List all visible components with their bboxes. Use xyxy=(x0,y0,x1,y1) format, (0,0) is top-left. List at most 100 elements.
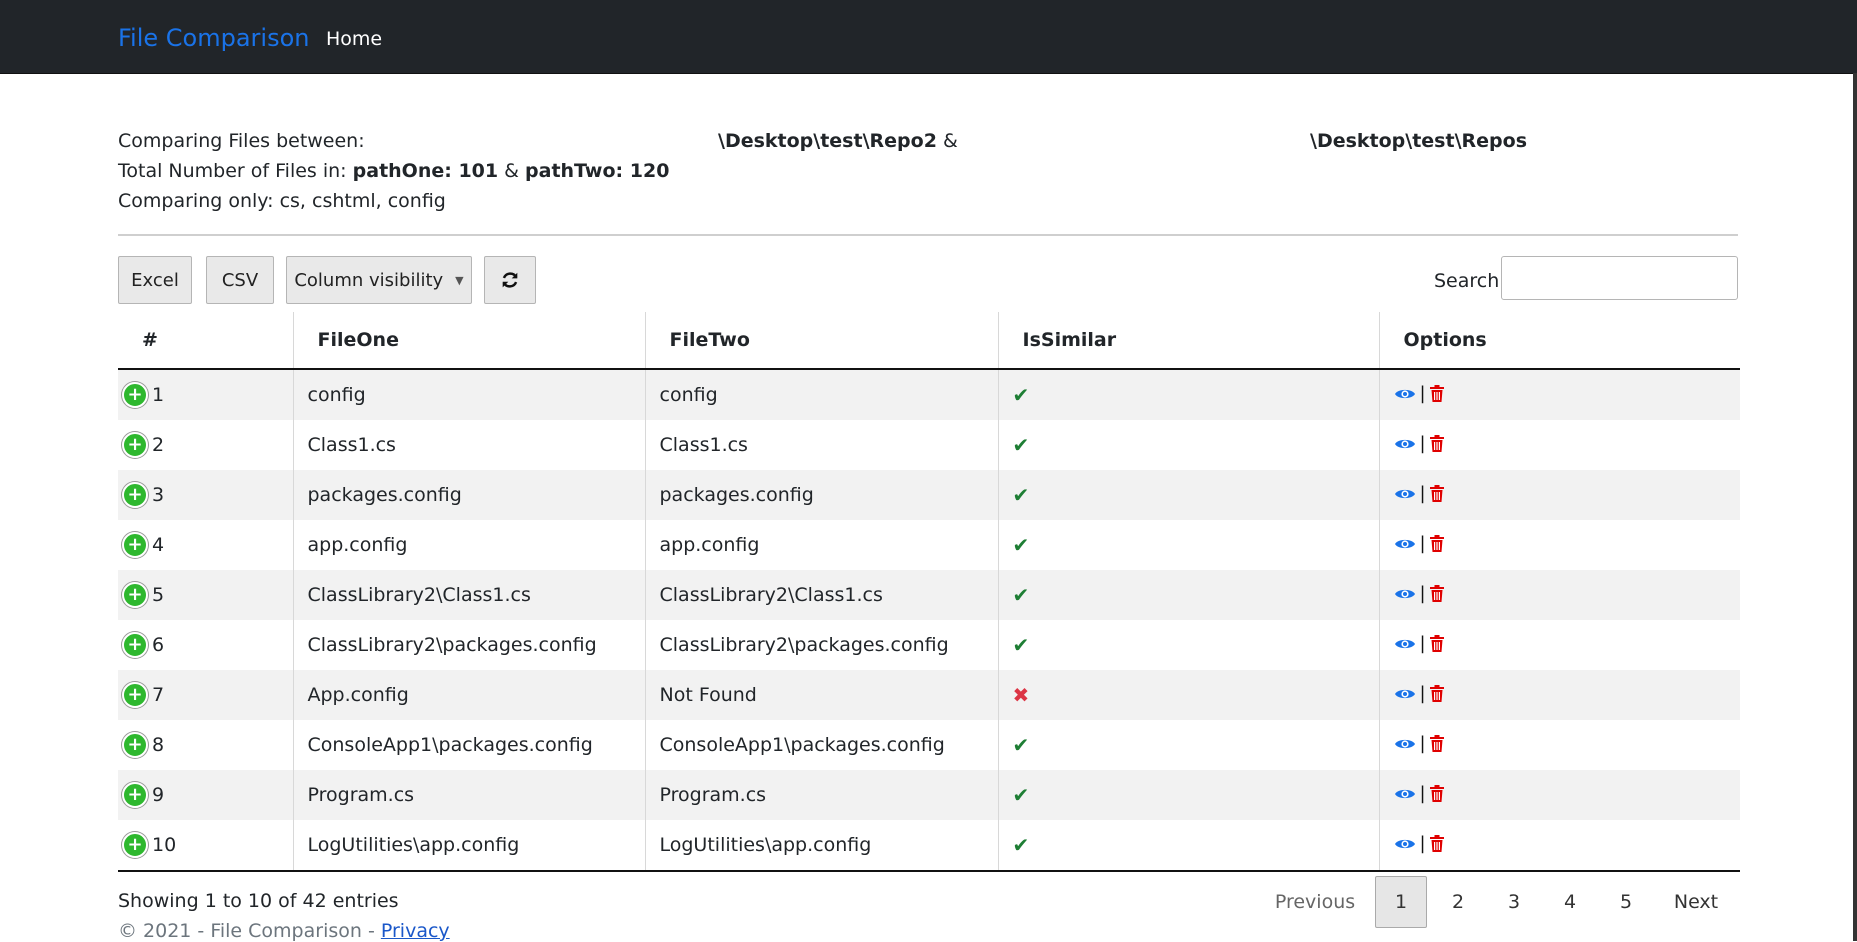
table-row: +1 config config ✔ | xyxy=(118,369,1740,420)
file-one-cell: config xyxy=(292,369,645,420)
file-two-cell: Not Found xyxy=(644,670,998,720)
pagination-page-2[interactable]: 2 xyxy=(1432,876,1484,928)
eye-icon[interactable] xyxy=(1394,786,1416,802)
row-number-cell: +10 xyxy=(118,820,293,872)
header-is-similar[interactable]: IsSimilar xyxy=(997,312,1379,370)
nav-home-link[interactable]: Home xyxy=(326,28,382,50)
row-number: 1 xyxy=(152,384,165,406)
eye-icon[interactable] xyxy=(1394,636,1416,652)
trash-icon[interactable] xyxy=(1429,585,1444,603)
pagination-previous[interactable]: Previous xyxy=(1270,876,1360,928)
row-number: 7 xyxy=(152,684,165,706)
eye-icon[interactable] xyxy=(1394,686,1416,702)
options-cell: | xyxy=(1378,570,1740,620)
divider xyxy=(118,234,1738,236)
csv-button[interactable]: CSV xyxy=(206,256,274,304)
options-cell: | xyxy=(1378,520,1740,570)
file-one-cell: ConsoleApp1\packages.config xyxy=(292,720,645,770)
refresh-button[interactable] xyxy=(484,256,536,304)
expand-row-icon[interactable]: + xyxy=(122,782,148,808)
pagination-page-3[interactable]: 3 xyxy=(1488,876,1540,928)
file-two-cell: app.config xyxy=(644,520,998,570)
row-number-cell: +5 xyxy=(118,570,293,620)
table-row: +5 ClassLibrary2\Class1.cs ClassLibrary2\C… xyxy=(118,570,1740,620)
expand-row-icon[interactable]: + xyxy=(122,582,148,608)
expand-row-icon[interactable]: + xyxy=(122,832,148,858)
options-cell: | xyxy=(1378,820,1740,872)
expand-row-icon[interactable]: + xyxy=(122,632,148,658)
column-visibility-button[interactable]: Column visibility ▼ xyxy=(286,256,472,304)
row-number: 6 xyxy=(152,634,165,656)
is-similar-cell: ✔ xyxy=(997,620,1379,670)
table-row: +4 app.config app.config ✔ | xyxy=(118,520,1740,570)
row-number: 2 xyxy=(152,434,165,456)
is-similar-cell: ✔ xyxy=(997,369,1379,420)
row-number-cell: +3 xyxy=(118,470,293,520)
header-file-two[interactable]: FileTwo xyxy=(644,312,998,370)
privacy-link[interactable]: Privacy xyxy=(381,920,450,942)
row-number: 5 xyxy=(152,584,165,606)
options-separator: | xyxy=(1419,433,1426,455)
check-icon: ✔ xyxy=(1012,583,1030,607)
trash-icon[interactable] xyxy=(1429,635,1444,653)
eye-icon[interactable] xyxy=(1394,586,1416,602)
file-one-cell: ClassLibrary2\packages.config xyxy=(292,620,645,670)
row-number: 10 xyxy=(152,834,177,856)
file-two-cell: Class1.cs xyxy=(644,420,998,470)
trash-icon[interactable] xyxy=(1429,485,1444,503)
is-similar-cell: ✔ xyxy=(997,570,1379,620)
brand-link[interactable]: File Comparison xyxy=(118,24,309,52)
trash-icon[interactable] xyxy=(1429,535,1444,553)
check-icon: ✔ xyxy=(1012,383,1030,407)
options-cell: | xyxy=(1378,670,1740,720)
trash-icon[interactable] xyxy=(1429,435,1444,453)
options-separator: | xyxy=(1419,583,1426,605)
search-input[interactable] xyxy=(1501,256,1738,300)
options-cell: | xyxy=(1378,770,1740,820)
expand-row-icon[interactable]: + xyxy=(122,682,148,708)
column-visibility-label: Column visibility xyxy=(294,269,444,291)
pagination-next[interactable]: Next xyxy=(1660,876,1732,928)
expand-row-icon[interactable]: + xyxy=(122,432,148,458)
eye-icon[interactable] xyxy=(1394,736,1416,752)
total-files-line: Total Number of Files in: pathOne: 101 &… xyxy=(118,156,669,186)
trash-icon[interactable] xyxy=(1429,385,1444,403)
expand-row-icon[interactable]: + xyxy=(122,732,148,758)
trash-icon[interactable] xyxy=(1429,735,1444,753)
total-prefix: Total Number of Files in: xyxy=(118,160,347,182)
expand-row-icon[interactable]: + xyxy=(122,532,148,558)
table-row: +6 ClassLibrary2\packages.config ClassLibr… xyxy=(118,620,1740,670)
file-one-cell: packages.config xyxy=(292,470,645,520)
search-label: Search: xyxy=(1434,270,1506,292)
trash-icon[interactable] xyxy=(1429,785,1444,803)
amp-separator: & xyxy=(504,160,519,182)
eye-icon[interactable] xyxy=(1394,486,1416,502)
table-row: +10 LogUtilities\app.config LogUtilities\a… xyxy=(118,820,1740,872)
eye-icon[interactable] xyxy=(1394,536,1416,552)
options-cell: | xyxy=(1378,620,1740,670)
expand-row-icon[interactable]: + xyxy=(122,382,148,408)
refresh-icon xyxy=(502,272,518,288)
eye-icon[interactable] xyxy=(1394,436,1416,452)
pagination-page-5[interactable]: 5 xyxy=(1600,876,1652,928)
page-scrollbar[interactable] xyxy=(1853,73,1857,941)
file-two-cell: LogUtilities\app.config xyxy=(644,820,998,872)
table-row: +8 ConsoleApp1\packages.config ConsoleApp1… xyxy=(118,720,1740,770)
path-one-count: pathOne: 101 xyxy=(352,160,499,182)
expand-row-icon[interactable]: + xyxy=(122,482,148,508)
is-similar-cell: ✔ xyxy=(997,470,1379,520)
header-file-one[interactable]: FileOne xyxy=(292,312,645,370)
eye-icon[interactable] xyxy=(1394,386,1416,402)
file-one-cell: LogUtilities\app.config xyxy=(292,820,645,872)
header-options[interactable]: Options xyxy=(1378,312,1740,370)
header-number[interactable]: # xyxy=(118,312,293,370)
file-two-cell: config xyxy=(644,369,998,420)
options-separator: | xyxy=(1419,683,1426,705)
trash-icon[interactable] xyxy=(1429,835,1444,853)
pagination-page-1[interactable]: 1 xyxy=(1375,876,1427,928)
options-separator: | xyxy=(1419,633,1426,655)
eye-icon[interactable] xyxy=(1394,836,1416,852)
excel-button[interactable]: Excel xyxy=(118,256,192,304)
pagination-page-4[interactable]: 4 xyxy=(1544,876,1596,928)
trash-icon[interactable] xyxy=(1429,685,1444,703)
